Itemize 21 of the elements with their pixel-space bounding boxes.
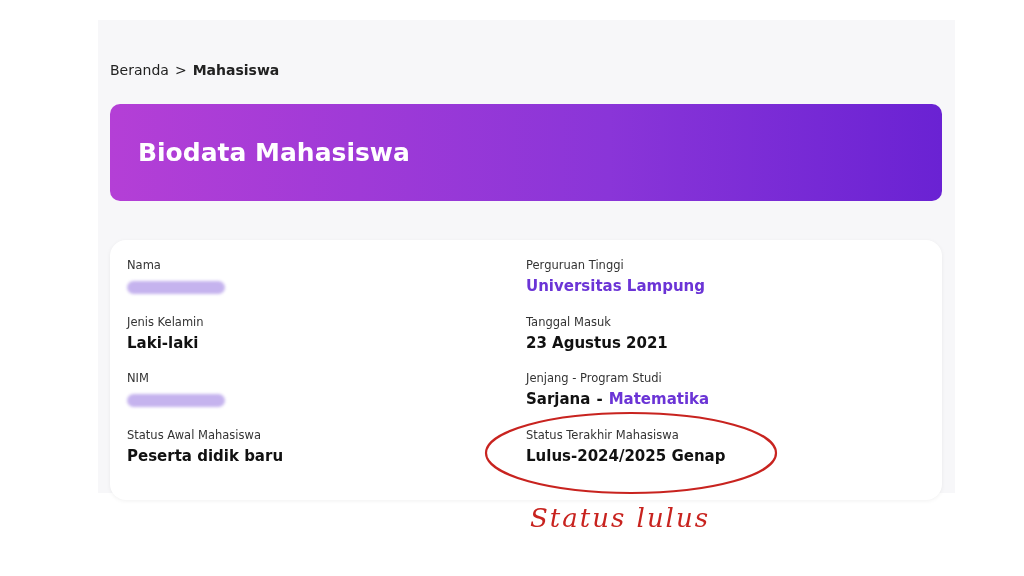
- field-value: 23 Agustus 2021: [526, 333, 668, 352]
- banner-title: Biodata Mahasiswa: [138, 138, 410, 167]
- value-link[interactable]: Matematika: [608, 390, 710, 408]
- field-label: Status Terakhir Mahasiswa: [526, 426, 680, 443]
- breadcrumb-separator: >: [174, 62, 187, 78]
- value-link[interactable]: Universitas Lampung: [526, 277, 705, 295]
- annotation-text: Status lulus: [530, 503, 711, 533]
- breadcrumb-link[interactable]: Mahasiswa: [192, 62, 280, 78]
- field-label: Status Awal Mahasiswa: [127, 426, 262, 443]
- field-value: Laki-laki: [127, 333, 199, 352]
- field-value: Peserta didik baru: [127, 446, 284, 465]
- field-label: Tanggal Masuk: [526, 313, 612, 330]
- field-value: Lulus-2024/2025 Genap: [526, 446, 726, 465]
- field-label: Nama: [127, 257, 162, 273]
- breadcrumb-link[interactable]: Beranda: [110, 62, 169, 78]
- field-value: Sarjana: [526, 390, 591, 408]
- field-label: Perguruan Tinggi: [526, 257, 625, 273]
- field-label: Jenjang - Program Studi: [526, 370, 663, 386]
- field-label: NIM: [127, 370, 150, 386]
- field-value: -: [596, 390, 603, 408]
- field-label: Jenis Kelamin: [127, 313, 205, 330]
